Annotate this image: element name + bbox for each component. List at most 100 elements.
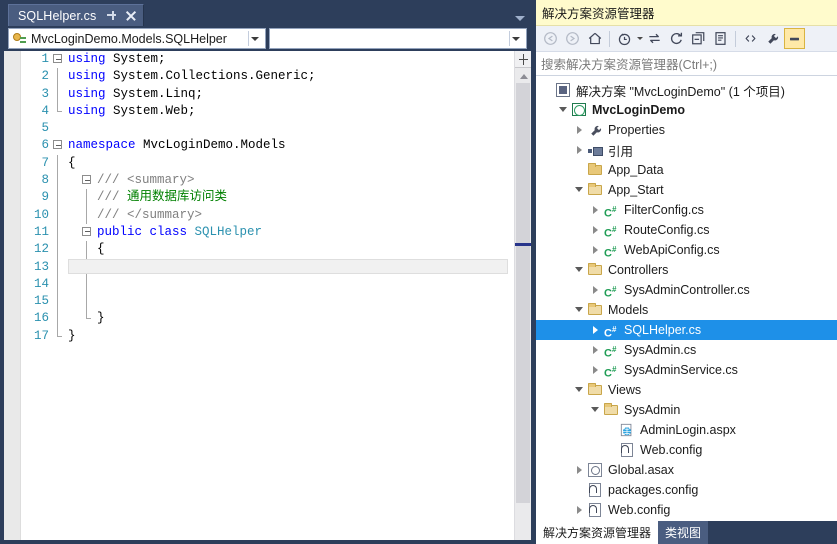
collapse-all-button[interactable] [688,28,709,49]
chevron-right-icon[interactable] [588,240,603,260]
references-icon [587,142,604,158]
chevron-down-icon[interactable] [572,380,587,400]
tree-item[interactable]: C# WebApiConfig.cs [536,240,837,260]
config-file-icon [619,442,636,458]
chevron-down-icon[interactable] [588,400,603,420]
bottom-tab-solution-explorer[interactable]: 解决方案资源管理器 [536,521,659,544]
fold-indicator-inner [80,206,95,224]
view-code-button[interactable] [740,28,761,49]
close-icon[interactable] [124,9,137,22]
tree-item[interactable]: C# RouteConfig.cs [536,220,837,240]
split-view-icon[interactable] [515,51,531,68]
chevron-right-icon[interactable] [588,280,603,300]
solution-explorer-title-label: 解决方案资源管理器 [542,7,655,21]
fold-indicator-inner[interactable] [80,224,95,241]
tree-item[interactable]: 解决方案 "MvcLoginDemo" (1 个项目) [536,80,837,100]
fold-indicator [51,189,66,207]
tree-item[interactable]: AdminLogin.aspx [536,420,837,440]
show-all-files-button[interactable] [710,28,731,49]
line-number: 17 [33,328,49,343]
properties-button[interactable] [762,28,783,49]
home-button[interactable] [584,28,605,49]
back-arrow-icon [543,31,558,46]
sync-with-document-button[interactable] [644,28,665,49]
tree-item[interactable]: C# SysAdmin.cs [536,340,837,360]
solution-explorer-search-input[interactable]: 搜索解决方案资源管理器(Ctrl+;) [536,52,837,76]
editor-vertical-scrollbar[interactable] [514,51,531,540]
forward-button [562,28,583,49]
tree-item-label: App_Data [608,163,664,177]
code-text-area[interactable]: 1 using System; 2 using System.Collections.… [21,51,514,540]
chevron-right-icon[interactable] [572,460,587,480]
tree-item[interactable]: Web.config [536,500,837,520]
tree-item[interactable]: SysAdmin [536,400,837,420]
code-text: { [66,155,76,172]
tree-item[interactable]: Views [536,380,837,400]
code-text: using System.Collections.Generic; [66,68,316,85]
code-token: using [68,103,114,118]
solution-explorer-tree[interactable]: 解决方案 "MvcLoginDemo" (1 个项目) MvcLoginDemo P… [536,76,837,521]
chevron-right-icon[interactable] [588,360,603,380]
pin-icon[interactable] [105,9,118,22]
chevron-right-icon[interactable] [572,500,587,520]
preview-selected-button[interactable] [784,28,805,49]
code-text: public class SQLHelper [95,224,262,241]
chevron-right-icon[interactable] [588,220,603,240]
line-number: 1 [41,52,49,66]
tree-item[interactable]: C# SysAdminController.cs [536,280,837,300]
tree-item[interactable]: Web.config [536,440,837,460]
type-dropdown-value: MvcLoginDemo.Models.SQLHelper [31,31,227,46]
chevron-down-icon[interactable] [572,300,587,320]
code-text: namespace MvcLoginDemo.Models [66,137,286,154]
tree-item[interactable]: App_Data [536,160,837,180]
scroll-up-arrow-icon[interactable] [515,68,531,83]
tree-item-label: Global.asax [608,463,675,477]
tree-item-label: Views [608,383,642,397]
tree-item[interactable]: Properties [536,120,837,140]
toolbar-separator [609,30,610,47]
indicator-margin[interactable] [4,51,21,540]
chevron-down-icon[interactable] [556,100,571,120]
tree-item-selected[interactable]: C# SQLHelper.cs [536,320,837,340]
code-text: /// 通用数据库访问类 [95,189,227,206]
tree-item[interactable]: App_Start [536,180,837,200]
tree-item[interactable]: Controllers [536,260,837,280]
wrench-icon [766,32,780,46]
tree-item-label: RouteConfig.cs [624,223,710,237]
pending-changes-button[interactable] [614,28,635,49]
code-line: 6 namespace MvcLoginDemo.Models [21,137,514,154]
type-dropdown[interactable]: MvcLoginDemo.Models.SQLHelper [8,28,266,49]
chevron-down-icon[interactable] [572,260,587,280]
code-brackets-icon [743,32,758,45]
chevron-right-icon[interactable] [572,140,587,160]
scrollbar-thumb[interactable] [516,83,530,503]
refresh-button[interactable] [666,28,687,49]
chevron-right-icon[interactable] [588,340,603,360]
tree-item[interactable]: C# FilterConfig.cs [536,200,837,220]
code-editor-pane: SQLHelper.cs MvcLoginDemo.Models.SQLHelp… [0,0,535,544]
tree-item[interactable]: 引用 [536,140,837,160]
fold-indicator [51,241,66,259]
fold-indicator [51,206,66,224]
chevron-down-icon[interactable] [515,16,525,21]
document-tab-sqlhelper[interactable]: SQLHelper.cs [8,4,145,26]
tree-item[interactable]: C# SysAdminService.cs [536,360,837,380]
chevron-down-icon[interactable] [637,37,643,40]
tree-item[interactable]: Global.asax [536,460,837,480]
chevron-right-icon[interactable] [588,200,603,220]
tree-item[interactable]: MvcLoginDemo [536,100,837,120]
tree-item-label: SysAdmin [624,403,681,417]
fold-indicator-inner[interactable] [80,172,95,189]
tree-item[interactable]: Models [536,300,837,320]
member-dropdown[interactable] [269,28,527,49]
csharp-file-icon: C# [604,205,617,220]
tree-item[interactable]: packages.config [536,480,837,500]
bottom-tab-class-view[interactable]: 类视图 [658,521,709,544]
chevron-right-icon[interactable] [588,320,603,340]
chevron-down-icon[interactable] [572,180,587,200]
chevron-right-icon[interactable] [572,120,587,140]
fold-indicator[interactable] [51,137,66,154]
fold-indicator[interactable] [51,51,66,68]
csharp-file-icon: C# [604,285,617,300]
